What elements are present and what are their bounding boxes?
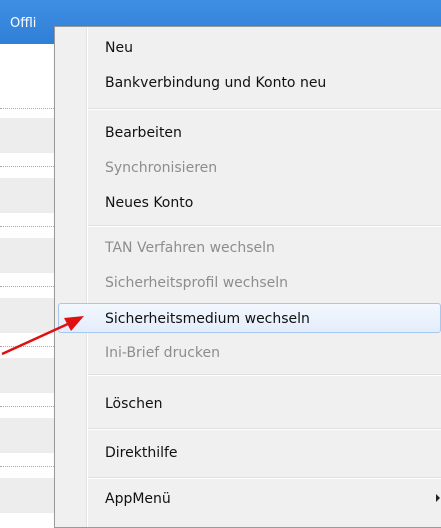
menu-item-label: Löschen [105,396,163,412]
menu-separator [88,477,441,479]
app-header-label: Offli [10,16,37,31]
menu-separator [88,225,441,227]
menu-item-bearbeiten[interactable]: Bearbeiten [58,117,441,147]
menu-item-label: Bankverbindung und Konto neu [105,75,327,91]
menu-item-ini-brief-drucken: Ini-Brief drucken [58,337,441,367]
menu-item-tan-verfahren-wechseln: TAN Verfahren wechseln [58,232,441,262]
menu-item-neues-konto[interactable]: Neues Konto [58,187,441,217]
menu-item-direkthilfe[interactable]: Direkthilfe [58,437,441,467]
menu-separator [88,108,441,110]
menu-item-sicherheitsmedium-wechseln[interactable]: Sicherheitsmedium wechseln [58,303,441,333]
menu-item-label: Neu [105,40,133,56]
menu-item-label: AppMenü [105,491,171,507]
menu-item-label: Synchronisieren [105,160,218,176]
menu-item-bankverbindung-konto-neu[interactable]: Bankverbindung und Konto neu [58,67,441,97]
menu-item-loeschen[interactable]: Löschen [58,388,441,418]
menu-separator [88,374,441,376]
menu-item-synchronisieren: Synchronisieren [58,152,441,182]
menu-item-label: TAN Verfahren wechseln [105,240,275,256]
menu-item-label: Sicherheitsmedium wechseln [105,311,310,327]
menu-separator [88,428,441,430]
menu-item-appmenue[interactable]: AppMenü [58,483,441,513]
menu-item-label: Neues Konto [105,195,194,211]
submenu-arrow-icon [436,494,440,502]
menu-item-sicherheitsprofil-wechseln: Sicherheitsprofil wechseln [58,267,441,297]
menu-item-neu[interactable]: Neu [58,32,441,62]
menu-item-label: Sicherheitsprofil wechseln [105,275,288,291]
menu-item-label: Ini-Brief drucken [105,345,220,361]
context-menu: Neu Bankverbindung und Konto neu Bearbei… [54,26,441,528]
menu-item-label: Bearbeiten [105,125,182,141]
menu-item-label: Direkthilfe [105,445,178,461]
